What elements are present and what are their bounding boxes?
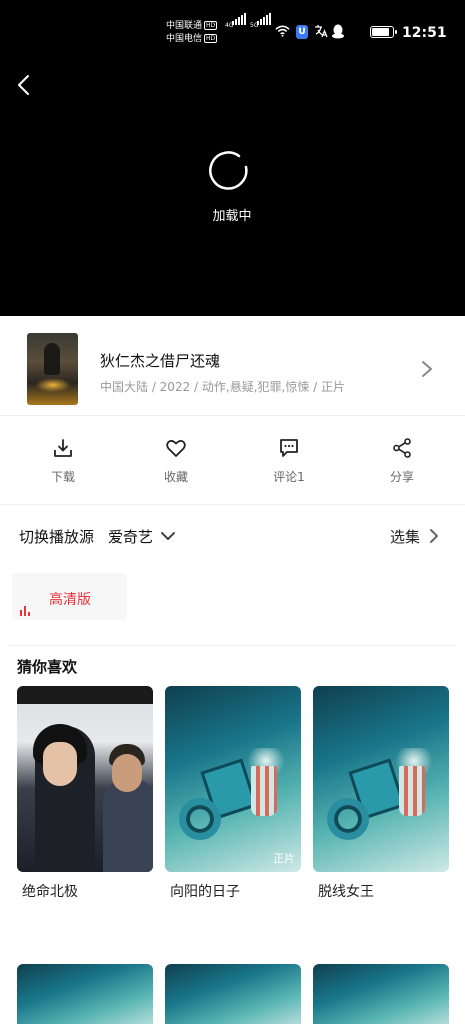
movie-meta: 中国大陆 / 2022 / 动作,悬疑,犯罪,惊悚 / 正片 [100,380,345,394]
recommend-card-poster[interactable] [313,964,449,1024]
recommend-card-poster[interactable]: 正片 [165,686,301,872]
status-bar: 中国联通 HD 中国电信 HD 4G 5G U 12:51 [0,13,465,54]
comment-label: 评论1 [273,470,305,484]
translate-icon [315,25,328,38]
recommend-section-title: 猜你喜欢 [17,658,78,676]
chevron-right-icon[interactable] [428,527,440,545]
download-icon [54,439,72,457]
movie-title: 狄仁杰之借尸还魂 [100,352,221,370]
wifi-icon [275,25,290,37]
loading-label: 加载中 [212,209,252,224]
movie-poster [27,333,78,405]
share-label: 分享 [389,470,414,484]
quality-label: 高清版 [49,592,91,608]
action-bar: 下载 收藏 评论1 分享 [0,417,465,505]
comment-icon [280,439,298,457]
battery-icon [370,26,397,38]
recommend-card-poster[interactable] [17,964,153,1024]
favorite-label: 收藏 [163,470,188,484]
movie-info-row[interactable]: 狄仁杰之借尸还魂 中国大陆 / 2022 / 动作,悬疑,犯罪,惊悚 / 正片 [0,316,465,416]
quality-option-hd[interactable]: 高清版 [12,573,127,620]
share-icon [393,438,411,458]
app-notification-icon: U [296,25,308,39]
recommend-card-poster[interactable] [165,964,301,1024]
hd-badge: HD [204,21,218,30]
recommend-card-title[interactable]: 向阳的日子 [170,881,240,901]
recommend-card-poster[interactable] [17,686,153,872]
source-selector[interactable]: 爱奇艺 [108,526,153,547]
carrier-info: 中国联通 HD 中国电信 HD [166,20,218,46]
loading-spinner-icon [209,151,248,190]
carrier-2-label: 中国电信 [166,34,203,44]
source-row: 切换播放源 爱奇艺 选集 [0,505,465,565]
chevron-right-icon[interactable] [420,360,434,378]
download-button[interactable]: 下载 [23,437,103,485]
hd-badge: HD [204,34,218,43]
carrier-1-label: 中国联通 [166,21,203,31]
video-player[interactable]: 中国联通 HD 中国电信 HD 4G 5G U 12:51 加载中 [0,0,465,316]
share-button[interactable]: 分享 [362,437,442,485]
playing-bars-icon [20,606,30,616]
download-label: 下载 [50,470,75,484]
qq-icon [332,24,344,39]
status-time: 12:51 [402,25,447,41]
episodes-button[interactable]: 选集 [390,526,420,547]
recommend-card-poster[interactable] [313,686,449,872]
favorite-button[interactable]: 收藏 [136,437,216,485]
heart-icon [166,440,186,457]
back-arrow-icon[interactable] [14,74,36,96]
chevron-down-icon[interactable] [160,530,176,542]
comment-button[interactable]: 评论1 [249,437,329,485]
divider [8,645,457,646]
source-switch-label: 切换播放源 [19,528,95,546]
recommend-card-title[interactable]: 绝命北极 [22,881,78,901]
recommend-card-title[interactable]: 脱线女王 [318,881,374,901]
content-type-badge: 正片 [273,852,295,865]
